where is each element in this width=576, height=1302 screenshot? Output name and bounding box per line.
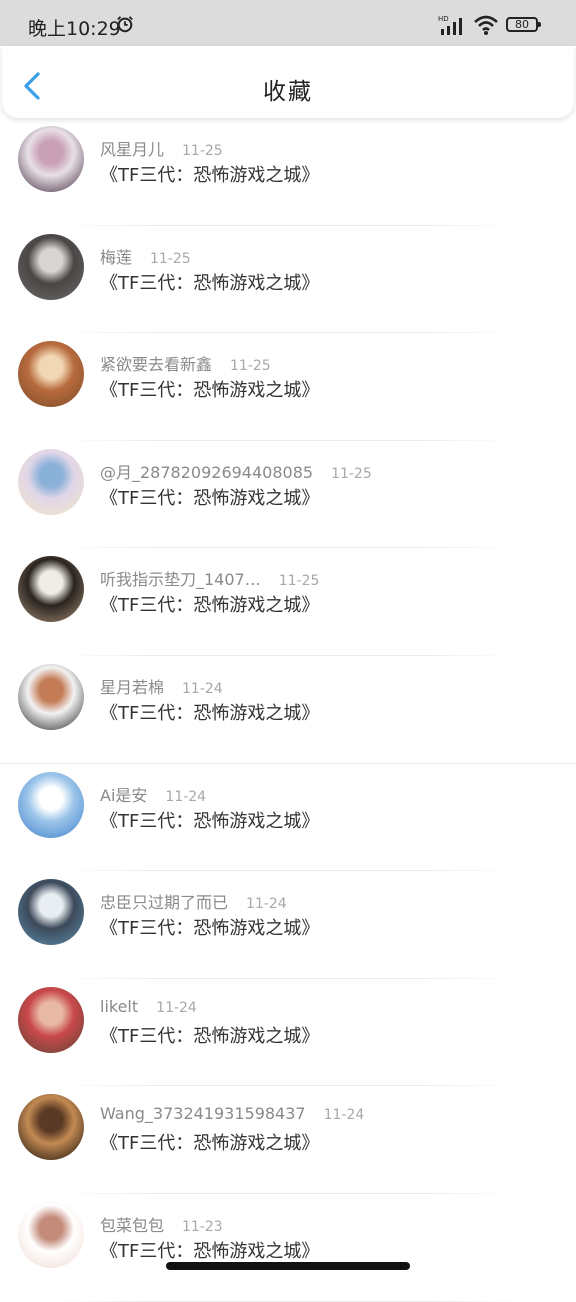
username-line: 风星月儿 11-25 — [100, 136, 223, 160]
user-avatar[interactable] — [18, 663, 84, 730]
favorite-date: 11-25 — [230, 358, 271, 375]
username-line: 星月若棉 11-24 — [100, 674, 223, 698]
favorite-date: 11-25 — [331, 465, 372, 482]
story-title[interactable]: 《TF三代：恐怖游戏之城》 — [100, 1237, 319, 1263]
list-item[interactable]: 风星月儿 11-25 《TF三代：恐怖游戏之城》 — [0, 118, 576, 226]
user-avatar[interactable] — [18, 233, 84, 300]
username[interactable]: 梅莲 — [100, 248, 132, 267]
favorite-date: 11-24 — [246, 896, 287, 913]
cellular-signal-icon: HD — [438, 15, 462, 35]
story-title[interactable]: 《TF三代：恐怖游戏之城》 — [100, 699, 319, 725]
list-item[interactable]: 包菜包包 11-23 《TF三代：恐怖游戏之城》 — [0, 1194, 576, 1302]
username-line: 包菜包包 11-23 — [100, 1212, 223, 1236]
status-bar: 晚上10:29 HD 80 — [0, 0, 576, 46]
username[interactable]: 忠臣只过期了而已 — [100, 893, 228, 912]
top-navigation-bar: 收藏 — [2, 46, 574, 118]
story-title[interactable]: 《TF三代：恐怖游戏之城》 — [100, 1022, 319, 1048]
battery-indicator: 80 — [506, 17, 541, 32]
story-title[interactable]: 《TF三代：恐怖游戏之城》 — [100, 914, 319, 940]
story-title[interactable]: 《TF三代：恐怖游戏之城》 — [100, 1129, 319, 1155]
user-avatar[interactable] — [18, 341, 84, 408]
username[interactable]: likelt — [100, 997, 138, 1016]
username[interactable]: @月_28782092694408085 — [100, 463, 313, 482]
story-title[interactable]: 《TF三代：恐怖游戏之城》 — [100, 376, 319, 402]
user-avatar[interactable] — [18, 448, 84, 515]
page-title: 收藏 — [263, 79, 313, 105]
divider — [60, 1300, 516, 1302]
list-item[interactable]: @月_28782092694408085 11-25 《TF三代：恐怖游戏之城》 — [0, 441, 576, 549]
story-title[interactable]: 《TF三代：恐怖游戏之城》 — [100, 269, 319, 295]
favorite-date: 11-24 — [182, 680, 223, 697]
list-item[interactable]: likelt 11-24 《TF三代：恐怖游戏之城》 — [0, 979, 576, 1087]
username[interactable]: Ai是安 — [100, 786, 147, 805]
user-avatar[interactable] — [18, 1094, 84, 1161]
story-title[interactable]: 《TF三代：恐怖游戏之城》 — [100, 484, 319, 510]
home-indicator[interactable] — [166, 1262, 410, 1270]
story-title[interactable]: 《TF三代：恐怖游戏之城》 — [100, 807, 319, 833]
favorite-date: 11-25 — [150, 250, 191, 267]
username[interactable]: 星月若棉 — [100, 678, 164, 697]
username[interactable]: Wang_373241931598437 — [100, 1104, 306, 1123]
username[interactable]: 包菜包包 — [100, 1216, 164, 1235]
list-item[interactable]: Wang_373241931598437 11-24 《TF三代：恐怖游戏之城》 — [0, 1086, 576, 1194]
favorite-date: 11-24 — [165, 788, 207, 805]
favorite-date: 11-25 — [182, 143, 223, 159]
list-item[interactable]: 听我指示垫刀_1407… 11-25 《TF三代：恐怖游戏之城》 — [0, 548, 576, 656]
list-item[interactable]: 忠臣只过期了而已 11-24 《TF三代：恐怖游戏之城》 — [0, 871, 576, 979]
alarm-clock-icon — [117, 16, 133, 33]
favorite-date: 11-25 — [278, 573, 320, 590]
list-item[interactable]: 星月若棉 11-24 《TF三代：恐怖游戏之城》 — [0, 656, 576, 764]
favorite-date: 11-23 — [182, 1218, 223, 1235]
username[interactable]: 风星月儿 — [100, 140, 164, 159]
user-avatar[interactable] — [18, 771, 84, 838]
list-item[interactable]: Ai是安 11-24 《TF三代：恐怖游戏之城》 — [0, 764, 576, 872]
user-avatar[interactable] — [18, 126, 84, 192]
username-line: @月_28782092694408085 11-25 — [100, 459, 372, 483]
story-title[interactable]: 《TF三代：恐怖游戏之城》 — [100, 591, 319, 617]
username-line: Wang_373241931598437 11-24 — [100, 1104, 364, 1123]
username-line: 紧欲要去看新鑫 11-25 — [100, 351, 271, 375]
status-time: 晚上10:29 — [28, 18, 121, 40]
user-avatar[interactable] — [18, 1201, 84, 1268]
wifi-icon — [474, 15, 498, 35]
user-avatar[interactable] — [18, 556, 84, 623]
user-avatar[interactable] — [18, 986, 84, 1053]
username-line: 梅莲 11-25 — [100, 244, 191, 268]
svg-text:HD: HD — [438, 15, 449, 23]
username[interactable]: 紧欲要去看新鑫 — [100, 355, 212, 374]
user-avatar[interactable] — [18, 879, 84, 946]
favorites-list: 风星月儿 11-25 《TF三代：恐怖游戏之城》 梅莲 11-25 《TF三代：恐怖游戏之… — [0, 118, 576, 1302]
story-title[interactable]: 《TF三代：恐怖游戏之城》 — [100, 161, 319, 187]
list-item[interactable]: 梅莲 11-25 《TF三代：恐怖游戏之城》 — [0, 226, 576, 334]
username[interactable]: 听我指示垫刀_1407… — [100, 570, 261, 589]
username-line: 忠臣只过期了而已 11-24 — [100, 889, 287, 913]
list-item[interactable]: 紧欲要去看新鑫 11-25 《TF三代：恐怖游戏之城》 — [0, 333, 576, 441]
username-line: Ai是安 11-24 — [100, 782, 206, 806]
favorite-date: 11-24 — [156, 999, 197, 1016]
username-line: 听我指示垫刀_1407… 11-25 — [100, 566, 319, 590]
favorite-date: 11-24 — [323, 1107, 365, 1124]
username-line: likelt 11-24 — [100, 997, 197, 1016]
